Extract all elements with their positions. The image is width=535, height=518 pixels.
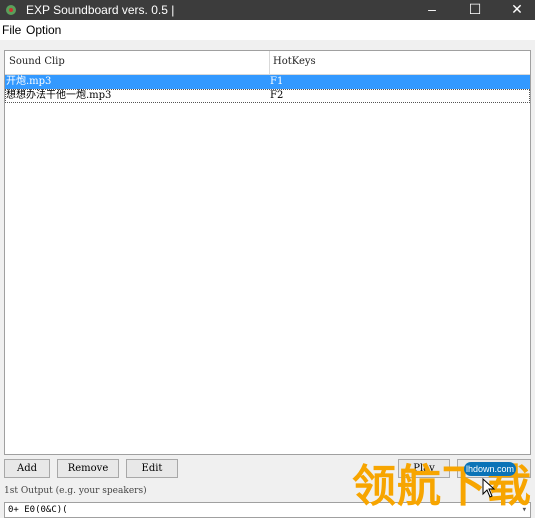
sound-clip-table[interactable]: Sound Clip HotKeys 开炮.mp3 F1 想想办法干他一炮.mp… (4, 50, 531, 455)
window-title: EXP Soundboard vers. 0.5 | (26, 3, 175, 17)
app-icon (6, 5, 16, 15)
column-header-hotkeys[interactable]: HotKeys (273, 56, 316, 67)
cell-hotkey: F2 (270, 90, 284, 101)
title-bar[interactable]: EXP Soundboard vers. 0.5 | – ☐ ✕ (0, 0, 535, 20)
table-header: Sound Clip HotKeys (5, 51, 530, 75)
table-row[interactable]: 开炮.mp3 F1 (5, 75, 530, 89)
table-row[interactable]: 想想办法干他一炮.mp3 F2 (5, 89, 530, 103)
output-label: 1st Output (e.g. your speakers) (4, 486, 147, 496)
close-button[interactable]: ✕ (494, 0, 535, 20)
mouse-cursor-icon (482, 478, 496, 498)
cell-sound-clip: 开炮.mp3 (6, 76, 52, 87)
cell-sound-clip: 想想办法干他一炮.mp3 (6, 90, 112, 101)
menu-file[interactable]: File (2, 22, 21, 38)
watermark: 领航下载 lhdown.com (352, 456, 535, 518)
menu-option[interactable]: Option (26, 22, 61, 38)
menu-bar: File Option (0, 20, 535, 40)
edit-button[interactable]: Edit (126, 459, 178, 478)
cell-hotkey: F1 (270, 76, 284, 87)
add-button[interactable]: Add (4, 459, 50, 478)
column-divider[interactable] (269, 51, 270, 75)
minimize-button[interactable]: – (409, 0, 455, 20)
maximize-button[interactable]: ☐ (452, 0, 498, 20)
watermark-badge: lhdown.com (464, 462, 516, 476)
remove-button[interactable]: Remove (57, 459, 119, 478)
output-device-value: 0+ E0(0&C)( (8, 505, 68, 515)
column-header-sound-clip[interactable]: Sound Clip (9, 56, 65, 67)
